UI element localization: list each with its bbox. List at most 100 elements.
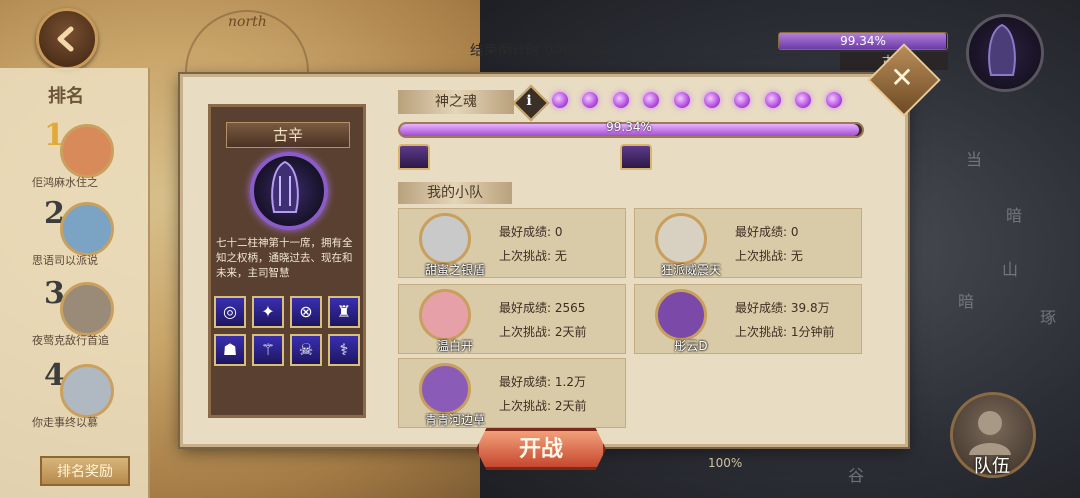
info-icon[interactable]: i: [518, 90, 540, 112]
map-percent-label: 100%: [708, 456, 743, 470]
map-label: 暗: [958, 292, 975, 311]
last-challenge: 上次挑战: 无: [735, 247, 803, 264]
member-name: 青青河边草: [424, 413, 485, 427]
member-name: 甜蜜之银盾: [424, 263, 485, 277]
squad-member-card[interactable]: 甜蜜之银盾 最好成绩: 0 上次挑战: 无: [398, 208, 626, 278]
skill-icon[interactable]: ◎: [214, 296, 246, 328]
reward-chest-icon[interactable]: [398, 144, 430, 170]
hooded-figure-icon: [988, 23, 1016, 76]
countdown-timer: 结束倒计时 00:23:34: [470, 43, 608, 59]
last-challenge-label: 上次挑战:: [499, 399, 552, 413]
skill-icon[interactable]: ⚚: [252, 334, 284, 366]
last-challenge: 上次挑战: 1分钟前: [735, 323, 835, 340]
skill-icon[interactable]: ♜: [328, 296, 360, 328]
soul-orb-icon: [704, 92, 720, 108]
map-label: 山: [1002, 260, 1019, 279]
ranking-item[interactable]: 2 思语司以派说: [32, 196, 142, 276]
avatar: [60, 282, 114, 336]
avatar: [419, 213, 471, 265]
best-score-value: 2565: [554, 301, 586, 315]
soul-orb-icon: [825, 92, 842, 108]
compass-label: north: [228, 14, 267, 30]
best-score-label: 最好成绩:: [499, 375, 552, 389]
best-score-value: 39.8万: [790, 301, 830, 315]
skill-icon[interactable]: ⚕: [328, 334, 360, 366]
last-challenge: 上次挑战: 2天前: [499, 323, 587, 340]
last-challenge-label: 上次挑战:: [735, 249, 788, 263]
best-score-label: 最好成绩:: [735, 301, 788, 315]
best-score-value: 1.2万: [554, 375, 586, 389]
boss-skill-grid: ◎ ✦ ⊗ ♜ ☗ ⚚ ☠ ⚕: [214, 296, 364, 366]
last-challenge: 上次挑战: 2天前: [499, 397, 587, 414]
squad-member-card[interactable]: 温白开 最好成绩: 2565 上次挑战: 2天前: [398, 284, 626, 354]
squad-member-card[interactable]: 彤云D 最好成绩: 39.8万 上次挑战: 1分钟前: [634, 284, 862, 354]
last-challenge-value: 无: [554, 249, 567, 263]
ranking-item[interactable]: 4 你走事终以慕: [32, 358, 142, 438]
avatar: [655, 289, 707, 341]
best-score: 最好成绩: 0: [735, 223, 799, 240]
avatar: [60, 364, 114, 418]
avatar: [419, 363, 471, 415]
last-challenge-value: 1分钟前: [790, 325, 835, 339]
soul-orb-icon: [612, 92, 629, 108]
back-button[interactable]: [36, 8, 98, 70]
best-score-value: 0: [790, 225, 799, 239]
map-label: 当: [966, 150, 983, 169]
start-battle-button[interactable]: 开战: [476, 428, 606, 470]
avatar: [60, 202, 114, 256]
boss-name: 古辛: [226, 122, 350, 148]
skill-icon[interactable]: ✦: [252, 296, 284, 328]
hooded-figure-icon: [271, 160, 299, 213]
skill-icon[interactable]: ⊗: [290, 296, 322, 328]
rank-player-name: 你走事终以慕: [32, 416, 98, 429]
best-score: 最好成绩: 39.8万: [735, 299, 830, 316]
best-score: 最好成绩: 0: [499, 223, 563, 240]
ranking-item[interactable]: 1 佢鸿麻水住之: [32, 118, 142, 198]
best-score: 最好成绩: 2565: [499, 299, 585, 316]
reward-chest-icon[interactable]: [620, 144, 652, 170]
last-challenge-label: 上次挑战:: [735, 325, 788, 339]
avatar: [419, 289, 471, 341]
best-score-label: 最好成绩:: [735, 225, 788, 239]
rank-player-name: 佢鸿麻水住之: [32, 176, 98, 189]
best-score: 最好成绩: 1.2万: [499, 373, 586, 390]
skill-icon[interactable]: ☗: [214, 334, 246, 366]
member-name: 彤云D: [674, 339, 708, 353]
last-challenge-value: 2天前: [554, 325, 587, 339]
best-score-label: 最好成绩:: [499, 225, 552, 239]
boss-progress-text: 99.34%: [840, 34, 886, 48]
rank-player-name: 夜莺克敌行首追: [32, 334, 109, 347]
member-name: 温白开: [436, 339, 473, 353]
skill-icon[interactable]: ☠: [290, 334, 322, 366]
last-challenge-label: 上次挑战:: [499, 249, 552, 263]
ranking-title: 排名: [48, 86, 84, 107]
close-icon[interactable]: ✕: [878, 54, 926, 102]
soul-progress-text: 99.34%: [606, 120, 652, 134]
map-label: 暗: [1006, 206, 1023, 225]
member-name: 狂派威震天: [660, 263, 721, 277]
ranking-reward-button[interactable]: 排名奖励: [40, 456, 130, 486]
boss-progress-bar: 99.34%: [778, 32, 948, 50]
team-label: 队伍: [974, 456, 1010, 477]
map-label: 琢: [1040, 308, 1057, 327]
map-label: 谷: [848, 466, 865, 485]
squad-member-card[interactable]: 狂派威震天 最好成绩: 0 上次挑战: 无: [634, 208, 862, 278]
avatar: [655, 213, 707, 265]
boss-portrait: [250, 152, 328, 230]
soul-orb-icon: [552, 92, 568, 108]
squad-label: 我的小队: [398, 182, 512, 204]
last-challenge-label: 上次挑战:: [499, 325, 552, 339]
last-challenge: 上次挑战: 无: [499, 247, 567, 264]
avatar: [60, 124, 114, 178]
boss-portrait-icon[interactable]: [966, 14, 1044, 92]
last-challenge-value: 无: [790, 249, 803, 263]
soul-orb-icon: [764, 92, 781, 108]
ranking-item[interactable]: 3 夜莺克敌行首追: [32, 276, 142, 356]
rank-player-name: 思语司以派说: [32, 254, 98, 267]
soul-label: 神之魂: [398, 90, 514, 114]
soul-orb-icon: [673, 92, 690, 108]
squad-member-card[interactable]: 青青河边草 最好成绩: 1.2万 上次挑战: 2天前: [398, 358, 626, 428]
back-arrow-icon: [57, 26, 74, 52]
best-score-label: 最好成绩:: [499, 301, 552, 315]
last-challenge-value: 2天前: [554, 399, 587, 413]
